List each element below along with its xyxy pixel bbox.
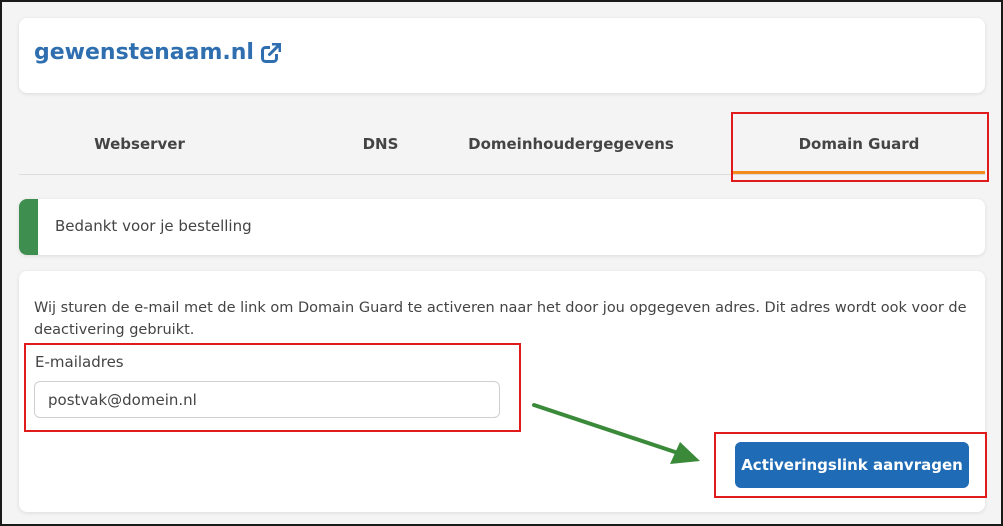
domain-guard-form-card: Wij sturen de e-mail met de link om Doma… [19, 271, 985, 512]
tab-webserver[interactable]: Webserver [19, 114, 260, 174]
tab-domeinhoudergegevens[interactable]: Domeinhoudergegevens [451, 114, 691, 174]
alert-message: Bedankt voor je bestelling [55, 217, 252, 235]
alert-status-bar [19, 199, 38, 255]
form-intro-text: Wij sturen de e-mail met de link om Doma… [34, 300, 967, 338]
external-link-icon[interactable] [260, 42, 281, 63]
email-label: E-mailadres [35, 353, 124, 371]
success-alert: Bedankt voor je bestelling [19, 199, 985, 255]
email-input[interactable] [34, 381, 500, 418]
tab-domain-guard[interactable]: Domain Guard [733, 114, 985, 174]
domain-name[interactable]: gewenstenaam.nl [34, 40, 254, 65]
page-frame: gewenstenaam.nl Webserver DNS Domeinhoud… [0, 0, 1003, 526]
domain-header-card: gewenstenaam.nl [19, 18, 985, 93]
domain-title-link[interactable]: gewenstenaam.nl [34, 40, 281, 65]
tab-bar: Webserver DNS Domeinhoudergegevens Domai… [19, 114, 985, 175]
request-activation-link-button[interactable]: Activeringslink aanvragen [735, 442, 969, 488]
